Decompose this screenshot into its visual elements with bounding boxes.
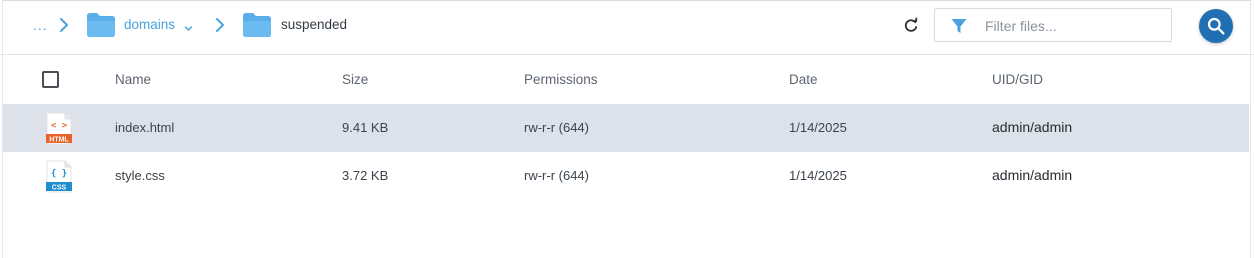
chevron-right-icon — [59, 18, 69, 32]
file-permissions[interactable]: rw-r-r (644) — [524, 120, 589, 135]
chevron-down-icon[interactable] — [184, 20, 193, 32]
file-name[interactable]: style.css — [115, 168, 165, 183]
svg-text:HTML: HTML — [49, 137, 69, 144]
column-header-name[interactable]: Name — [115, 72, 151, 87]
chevron-right-icon — [215, 18, 225, 32]
file-size: 9.41 KB — [342, 120, 389, 135]
refresh-icon[interactable] — [902, 17, 920, 35]
table-header: Name Size Permissions Date UID/GID — [0, 56, 1254, 104]
column-header-size[interactable]: Size — [342, 72, 368, 87]
svg-text:< >: < > — [51, 121, 68, 131]
folder-icon — [86, 12, 116, 38]
file-date: 1/14/2025 — [789, 168, 847, 183]
search-button[interactable] — [1199, 9, 1233, 43]
svg-text:{ }: { } — [51, 169, 67, 179]
filter-files-input[interactable] — [983, 9, 1167, 43]
filter-files-box — [934, 8, 1172, 43]
file-permissions[interactable]: rw-r-r (644) — [524, 168, 589, 183]
file-size: 3.72 KB — [342, 168, 389, 183]
table-row[interactable]: < > HTML index.html 9.41 KB rw-r-r (644)… — [3, 104, 1249, 152]
filter-icon — [951, 18, 967, 34]
toolbar: ... domains suspended — [0, 0, 1254, 55]
column-header-uid-gid[interactable]: UID/GID — [992, 72, 1043, 87]
column-header-date[interactable]: Date — [789, 72, 818, 87]
file-owner[interactable]: admin/admin — [992, 167, 1072, 183]
css-file-icon: { } CSS — [45, 160, 73, 193]
folder-icon — [242, 12, 272, 38]
file-name[interactable]: index.html — [115, 120, 174, 135]
file-manager: ... domains suspended Filter files... Na… — [0, 0, 1254, 258]
select-all-checkbox[interactable] — [42, 71, 59, 88]
breadcrumb-ellipsis[interactable]: ... — [33, 17, 48, 33]
table-row[interactable]: { } CSS style.css 3.72 KB rw-r-r (644) 1… — [3, 152, 1249, 200]
file-owner[interactable]: admin/admin — [992, 119, 1072, 135]
breadcrumb-item-suspended[interactable]: suspended — [281, 17, 347, 32]
column-header-permissions[interactable]: Permissions — [524, 72, 598, 87]
file-date: 1/14/2025 — [789, 120, 847, 135]
svg-text:CSS: CSS — [52, 185, 67, 192]
html-file-icon: < > HTML — [45, 112, 73, 145]
breadcrumb-item-domains[interactable]: domains — [124, 17, 175, 32]
search-icon — [1207, 17, 1225, 35]
